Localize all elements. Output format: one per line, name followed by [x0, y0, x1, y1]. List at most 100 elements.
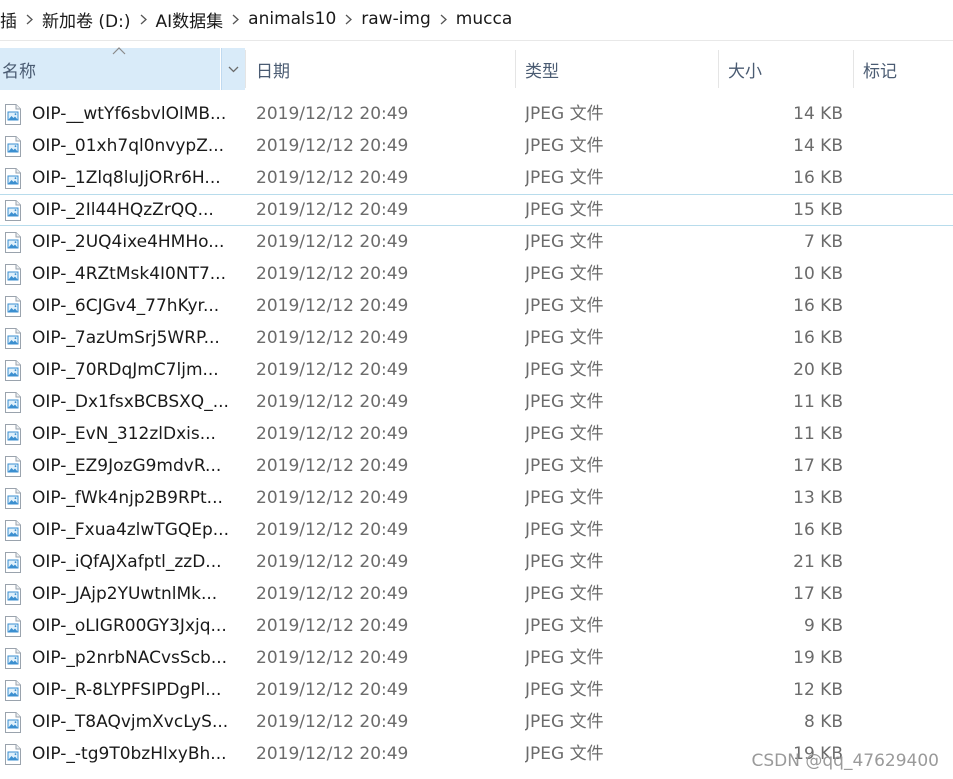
breadcrumb-item-drive-d[interactable]: 新加卷 (D:) [34, 7, 139, 32]
column-header-date-label: 日期 [256, 61, 290, 82]
file-name: OIP-_1Zlq8luJjORr6H... [32, 168, 221, 188]
chevron-right-icon[interactable] [139, 14, 148, 25]
jpeg-file-icon [5, 391, 21, 413]
file-name-cell[interactable]: OIP-_iQfAJXafptl_zzD... [4, 546, 244, 578]
column-header-date[interactable]: 日期 [256, 48, 514, 90]
file-date: 2019/12/12 20:49 [256, 424, 409, 444]
chevron-right-icon[interactable] [344, 14, 353, 25]
chevron-right-icon[interactable] [25, 14, 34, 25]
file-date: 2019/12/12 20:49 [256, 488, 409, 508]
file-size: 14 KB [793, 104, 843, 124]
file-row[interactable]: OIP-_4RZtMsk4I0NT7... 2019/12/12 20:49 J… [0, 258, 953, 290]
file-name-cell[interactable]: OIP-_oLIGR00GY3Jxjq... [4, 610, 244, 642]
file-row[interactable]: OIP-_JAjp2YUwtnlMk... 2019/12/12 20:49 J… [0, 578, 953, 610]
file-name-cell[interactable]: OIP-__wtYf6sbvlOlMB... [4, 98, 244, 130]
breadcrumb-item-mucca[interactable]: mucca [448, 9, 520, 29]
file-name-cell[interactable]: OIP-_p2nrbNACvsScb... [4, 642, 244, 674]
file-size: 16 KB [793, 328, 843, 348]
file-name-cell[interactable]: OIP-_01xh7ql0nvypZ... [4, 130, 244, 162]
file-row[interactable]: OIP-_2Il44HQzZrQQ... 2019/12/12 20:49 JP… [0, 194, 953, 226]
column-header-name[interactable]: 名称 [0, 47, 220, 90]
file-size: 16 KB [793, 296, 843, 316]
file-row[interactable]: OIP-_EZ9JozG9mdvR... 2019/12/12 20:49 JP… [0, 450, 953, 482]
file-name-cell[interactable]: OIP-_EZ9JozG9mdvR... [4, 450, 244, 482]
file-name-cell[interactable]: OIP-_2Il44HQzZrQQ... [4, 194, 244, 226]
file-row[interactable]: OIP-__wtYf6sbvlOlMB... 2019/12/12 20:49 … [0, 98, 953, 130]
file-name: OIP-_Dx1fsxBCBSXQ_... [32, 392, 229, 412]
file-name-cell[interactable]: OIP-_70RDqJmC7ljm... [4, 354, 244, 386]
file-row[interactable]: OIP-_oLIGR00GY3Jxjq... 2019/12/12 20:49 … [0, 610, 953, 642]
file-name-cell[interactable]: OIP-_6CJGv4_77hKyr... [4, 290, 244, 322]
file-size: 17 KB [793, 456, 843, 476]
column-divider[interactable] [245, 50, 246, 88]
file-type: JPEG 文件 [525, 104, 604, 124]
column-header-tags[interactable]: 标记 [863, 48, 953, 90]
column-divider[interactable] [515, 50, 516, 88]
file-name-cell[interactable]: OIP-_fWk4njp2B9RPt... [4, 482, 244, 514]
file-row[interactable]: OIP-_R-8LYPFSIPDgPl... 2019/12/12 20:49 … [0, 674, 953, 706]
file-row[interactable]: OIP-_1Zlq8luJjORr6H... 2019/12/12 20:49 … [0, 162, 953, 194]
file-date: 2019/12/12 20:49 [256, 552, 409, 572]
jpeg-file-icon [5, 743, 21, 765]
file-name-cell[interactable]: OIP-_-tg9T0bzHlxyBh... [4, 738, 244, 770]
file-name-cell[interactable]: OIP-_R-8LYPFSIPDgPl... [4, 674, 244, 706]
file-row[interactable]: OIP-_p2nrbNACvsScb... 2019/12/12 20:49 J… [0, 642, 953, 674]
file-name-cell[interactable]: OIP-_JAjp2YUwtnlMk... [4, 578, 244, 610]
file-row[interactable]: OIP-_01xh7ql0nvypZ... 2019/12/12 20:49 J… [0, 130, 953, 162]
breadcrumb-item-raw-img[interactable]: raw-img [353, 9, 439, 29]
column-header-size[interactable]: 大小 [728, 48, 853, 90]
breadcrumb-item-ai-dataset[interactable]: AI数据集 [148, 7, 232, 32]
chevron-right-icon[interactable] [439, 14, 448, 25]
file-size: 11 KB [793, 392, 843, 412]
column-divider[interactable] [718, 50, 719, 88]
file-size: 11 KB [793, 424, 843, 444]
column-headers: 名称 日期 类型 大小 标记 [0, 47, 953, 90]
file-name-cell[interactable]: OIP-_2UQ4ixe4HMHo... [4, 226, 244, 258]
file-type: JPEG 文件 [525, 264, 604, 284]
file-date: 2019/12/12 20:49 [256, 296, 409, 316]
file-list: OIP-__wtYf6sbvlOlMB... 2019/12/12 20:49 … [0, 98, 953, 779]
column-header-type[interactable]: 类型 [525, 48, 715, 90]
file-type: JPEG 文件 [525, 552, 604, 572]
file-row[interactable]: OIP-_T8AQvjmXvcLyS... 2019/12/12 20:49 J… [0, 706, 953, 738]
column-divider[interactable] [853, 50, 854, 88]
file-type: JPEG 文件 [525, 328, 604, 348]
file-name-cell[interactable]: OIP-_Dx1fsxBCBSXQ_... [4, 386, 244, 418]
jpeg-file-icon [5, 167, 21, 189]
column-menu-button[interactable] [221, 48, 245, 90]
file-name-cell[interactable]: OIP-_EvN_312zlDxis... [4, 418, 244, 450]
column-header-tags-label: 标记 [863, 61, 897, 82]
file-row[interactable]: OIP-_Fxua4zlwTGQEp... 2019/12/12 20:49 J… [0, 514, 953, 546]
file-name-cell[interactable]: OIP-_Fxua4zlwTGQEp... [4, 514, 244, 546]
file-name-cell[interactable]: OIP-_4RZtMsk4I0NT7... [4, 258, 244, 290]
file-name: OIP-_fWk4njp2B9RPt... [32, 488, 223, 508]
breadcrumb-item-animals10[interactable]: animals10 [240, 9, 344, 29]
file-type: JPEG 文件 [525, 424, 604, 444]
file-date: 2019/12/12 20:49 [256, 232, 409, 252]
file-name-cell[interactable]: OIP-_1Zlq8luJjORr6H... [4, 162, 244, 194]
file-name-cell[interactable]: OIP-_7azUmSrj5WRP... [4, 322, 244, 354]
file-size: 10 KB [793, 264, 843, 284]
file-row[interactable]: OIP-_Dx1fsxBCBSXQ_... 2019/12/12 20:49 J… [0, 386, 953, 418]
file-type: JPEG 文件 [525, 136, 604, 156]
sort-ascending-icon [112, 47, 126, 55]
file-size: 16 KB [793, 168, 843, 188]
file-row[interactable]: OIP-_7azUmSrj5WRP... 2019/12/12 20:49 JP… [0, 322, 953, 354]
file-row[interactable]: OIP-_fWk4njp2B9RPt... 2019/12/12 20:49 J… [0, 482, 953, 514]
chevron-right-icon[interactable] [231, 14, 240, 25]
file-name: OIP-__wtYf6sbvlOlMB... [32, 104, 227, 124]
file-name-cell[interactable]: OIP-_T8AQvjmXvcLyS... [4, 706, 244, 738]
file-type: JPEG 文件 [525, 680, 604, 700]
file-row[interactable]: OIP-_2UQ4ixe4HMHo... 2019/12/12 20:49 JP… [0, 226, 953, 258]
file-row[interactable]: OIP-_6CJGv4_77hKyr... 2019/12/12 20:49 J… [0, 290, 953, 322]
file-name: OIP-_2UQ4ixe4HMHo... [32, 232, 225, 252]
jpeg-file-icon [5, 263, 21, 285]
file-row[interactable]: OIP-_-tg9T0bzHlxyBh... 2019/12/12 20:49 … [0, 738, 953, 770]
file-size: 9 KB [803, 616, 843, 636]
file-date: 2019/12/12 20:49 [256, 264, 409, 284]
file-row[interactable]: OIP-_70RDqJmC7ljm... 2019/12/12 20:49 JP… [0, 354, 953, 386]
file-type: JPEG 文件 [525, 360, 604, 380]
file-row[interactable]: OIP-_iQfAJXafptl_zzD... 2019/12/12 20:49… [0, 546, 953, 578]
breadcrumb-item-this-pc[interactable]: 插 [0, 7, 25, 32]
file-row[interactable]: OIP-_EvN_312zlDxis... 2019/12/12 20:49 J… [0, 418, 953, 450]
